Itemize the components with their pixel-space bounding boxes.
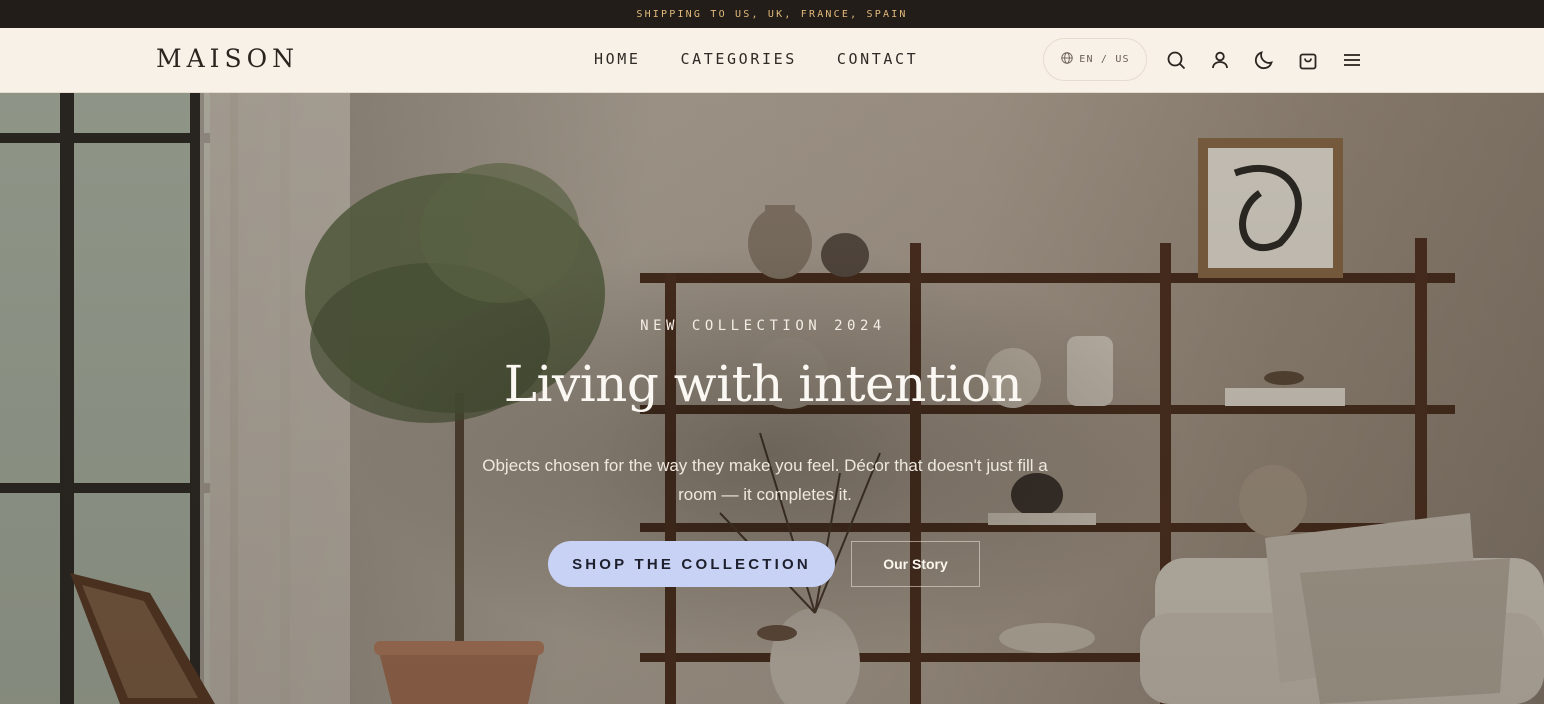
hero-headline: Living with intention xyxy=(503,355,1023,413)
nav-home[interactable]: HOME xyxy=(594,50,641,68)
locale-label: EN / US xyxy=(1079,54,1130,65)
moon-icon[interactable] xyxy=(1252,48,1276,72)
nav-categories[interactable]: CATEGORIES xyxy=(681,50,797,68)
search-icon[interactable] xyxy=(1164,48,1188,72)
main-nav: HOME CATEGORIES CONTACT xyxy=(594,50,918,68)
site-header: MAISON HOME CATEGORIES CONTACT EN / US xyxy=(0,28,1544,93)
menu-icon[interactable] xyxy=(1340,48,1364,72)
locale-selector[interactable]: EN / US xyxy=(1043,38,1147,81)
hero-section: NEW COLLECTION 2024 Living with intentio… xyxy=(0,93,1544,704)
announcement-text: SHIPPING TO US, UK, FRANCE, SPAIN xyxy=(636,8,908,20)
globe-icon xyxy=(1060,51,1074,68)
announcement-bar: SHIPPING TO US, UK, FRANCE, SPAIN xyxy=(0,0,1544,28)
nav-contact[interactable]: CONTACT xyxy=(837,50,918,68)
user-icon[interactable] xyxy=(1208,48,1232,72)
cart-icon[interactable] xyxy=(1296,48,1320,72)
logo[interactable]: MAISON xyxy=(156,44,299,73)
hero-eyebrow: NEW COLLECTION 2024 xyxy=(640,318,886,334)
shop-collection-button[interactable]: SHOP THE COLLECTION xyxy=(548,541,835,587)
hero-subcopy: Objects chosen for the way they make you… xyxy=(482,456,1048,504)
our-story-button[interactable]: Our Story xyxy=(851,541,980,587)
